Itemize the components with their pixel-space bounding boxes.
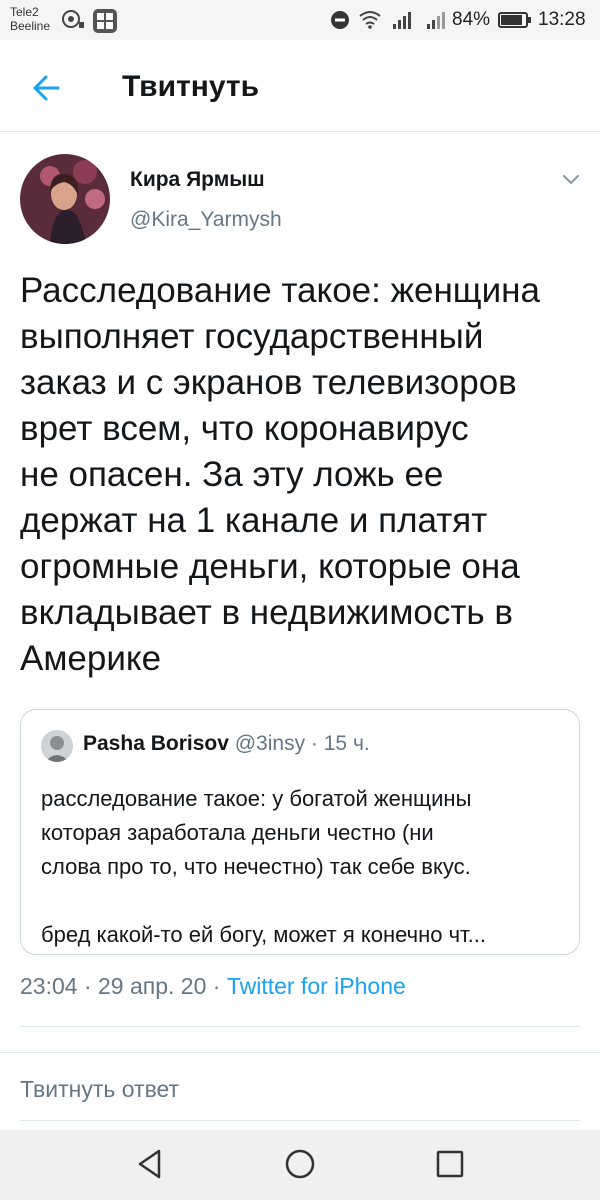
reply-input[interactable]: Твитнуть ответ	[20, 1076, 179, 1103]
page-title: Твитнуть	[122, 70, 260, 103]
wifi-icon	[359, 11, 381, 29]
carrier-2: Beeline	[10, 19, 51, 33]
signal-1-icon	[393, 12, 411, 29]
nav-recents-icon[interactable]	[432, 1146, 468, 1182]
signal-2-icon	[427, 12, 445, 29]
do-not-disturb-icon	[331, 11, 349, 29]
app-notification-icon	[93, 9, 117, 33]
app-bar: Твитнуть	[0, 40, 600, 132]
author-handle[interactable]: @Kira_Yarmysh	[130, 208, 282, 232]
quoted-author-name: Pasha Borisov	[83, 732, 229, 755]
clock: 13:28	[538, 9, 586, 30]
quoted-tweet-header: Pasha Borisov @3insy · 15 ч.	[83, 732, 370, 756]
tweet-source-link[interactable]: Twitter for iPhone	[227, 973, 406, 999]
status-bar: Tele2 Beeline 84% 13:28	[0, 0, 600, 40]
tweet-timestamp-line: 23:04 · 29 апр. 20 · Twitter for iPhone	[20, 973, 406, 1000]
back-arrow-icon[interactable]	[28, 68, 68, 108]
tweet-timestamp: 23:04 · 29 апр. 20 ·	[20, 973, 227, 999]
nav-back-icon[interactable]	[132, 1146, 168, 1182]
carrier-labels: Tele2 Beeline	[10, 5, 50, 33]
tweet-text: Расследование такое: женщина выполняет г…	[20, 271, 540, 678]
author-name[interactable]: Кира Ярмыш	[130, 168, 265, 192]
divider	[20, 1026, 580, 1027]
battery-percent: 84%	[452, 9, 491, 30]
nav-home-icon[interactable]	[282, 1146, 318, 1182]
quoted-author-meta: @3insy · 15 ч.	[228, 732, 370, 755]
quoted-tweet-card[interactable]: Pasha Borisov @3insy · 15 ч. расследован…	[20, 709, 580, 955]
divider	[20, 1120, 580, 1121]
battery-icon	[498, 12, 531, 28]
system-nav-bar	[0, 1130, 600, 1200]
carrier-1: Tele2	[10, 5, 39, 19]
divider	[0, 1052, 600, 1053]
chevron-down-icon[interactable]	[560, 168, 582, 190]
quoted-author-avatar	[41, 730, 73, 762]
hotspot-icon	[62, 10, 84, 28]
author-avatar[interactable]	[20, 154, 110, 244]
quoted-tweet-text: расследование такое: у богатой женщины к…	[41, 786, 487, 947]
